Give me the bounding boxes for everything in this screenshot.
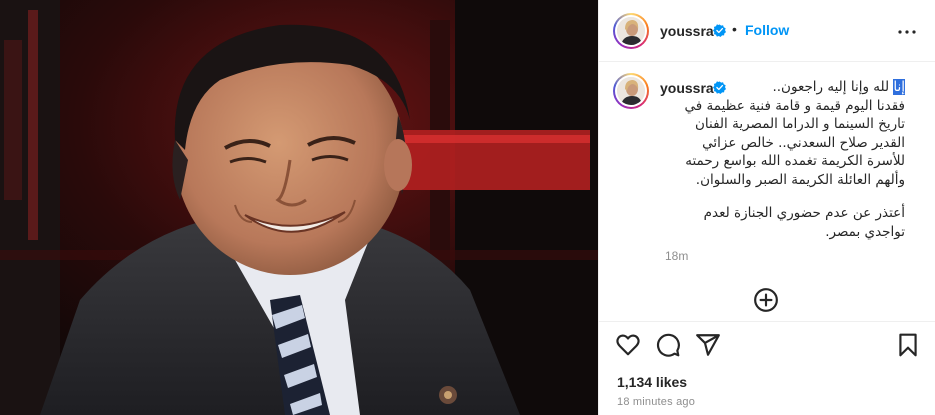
post-caption: إنا لله وإنا إليه راجعون.. فقدنا اليوم ق… <box>660 78 905 241</box>
likes-count[interactable]: 1,134 likes <box>617 374 687 390</box>
post-header: youssra • Follow <box>599 0 935 62</box>
bookmark-icon[interactable] <box>895 332 921 358</box>
post-image[interactable] <box>0 0 598 415</box>
follow-button[interactable]: Follow <box>745 22 789 38</box>
avatar-image <box>617 77 645 105</box>
caption-avatar[interactable] <box>613 73 649 109</box>
selected-text: إنا <box>893 79 905 95</box>
caption-line: تاريخ السينما و الدراما المصرية الفنان <box>695 116 905 132</box>
caption-line: أعتذر عن عدم حضوري الجنازة لعدم <box>703 205 905 221</box>
caption-line: للأسرة الكريمة تغمده الله بواسع رحمته <box>685 153 905 169</box>
avatar[interactable] <box>613 13 649 49</box>
header-username[interactable]: youssra <box>660 23 714 39</box>
post-photo <box>0 0 598 415</box>
avatar-image <box>617 17 645 45</box>
paper-plane-icon[interactable] <box>695 332 721 358</box>
caption-line: القدير صلاح السعدني.. خالص عزائي <box>702 134 905 151</box>
post-side-panel: youssra • Follow youssra إنا لله وإنا إل… <box>598 0 935 415</box>
heart-icon[interactable] <box>615 332 641 358</box>
post-time[interactable]: 18 minutes ago <box>617 396 695 408</box>
caption-line: وألهم العائلة الكريمة الصبر والسلوان. <box>695 171 905 188</box>
caption-line: إنا لله وإنا إليه راجعون.. <box>772 79 905 95</box>
separator-dot: • <box>732 21 737 37</box>
post-actions: 1,134 likes 18 minutes ago <box>599 321 935 415</box>
caption-timestamp[interactable]: 18m <box>665 249 688 263</box>
comment-bubble-icon[interactable] <box>655 332 681 358</box>
more-options-icon[interactable] <box>895 20 919 44</box>
caption-line: تواجدي بمصر. <box>825 223 905 240</box>
verified-badge-icon <box>713 24 726 37</box>
caption-line: فقدنا اليوم قيمة و قامة فنية عظيمة في <box>684 97 905 114</box>
add-circle-icon[interactable] <box>753 287 779 313</box>
